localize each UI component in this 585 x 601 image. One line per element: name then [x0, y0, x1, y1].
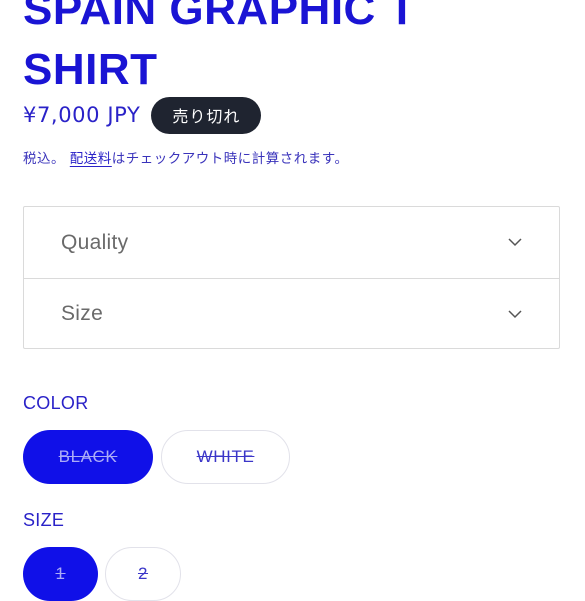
color-white-label: WHITE — [196, 447, 255, 466]
tax-note: 税込。 配送料はチェックアウト時に計算されます。 — [23, 147, 348, 167]
size-1-label: 1 — [55, 564, 66, 583]
sold-out-badge: 売り切れ — [151, 96, 262, 134]
product-title-line2: SHIRT — [23, 45, 158, 94]
product-title: SPAIN GRAPHIC T SHIRT — [23, 0, 416, 100]
accordion-size[interactable]: Size — [24, 278, 559, 349]
details-accordion: Quality Size — [23, 206, 560, 349]
accordion-size-label: Size — [61, 302, 104, 325]
size-option-label: SIZE — [23, 510, 65, 530]
tax-prefix: 税込。 — [23, 151, 65, 167]
size-2-label: 2 — [137, 564, 149, 583]
price: ¥7,000 JPY — [23, 103, 141, 127]
color-option-label: COLOR — [23, 393, 89, 413]
color-black-option[interactable]: BLACK — [23, 430, 153, 484]
tax-suffix: はチェックアウト時に計算されます。 — [111, 151, 349, 167]
chevron-down-icon — [507, 235, 523, 251]
color-white-option[interactable]: WHITE — [161, 430, 290, 484]
price-row: ¥7,000 JPY 売り切れ — [23, 96, 262, 134]
accordion-quality-label: Quality — [61, 230, 129, 254]
size-2-option[interactable]: 2 — [105, 547, 181, 601]
size-1-option[interactable]: 1 — [23, 547, 98, 601]
shipping-link[interactable]: 配送料 — [70, 151, 112, 167]
product-title-line1: SPAIN GRAPHIC T — [23, 0, 416, 34]
accordion-quality[interactable]: Quality — [24, 207, 559, 278]
color-black-label: BLACK — [58, 447, 118, 466]
chevron-down-icon — [507, 306, 523, 322]
